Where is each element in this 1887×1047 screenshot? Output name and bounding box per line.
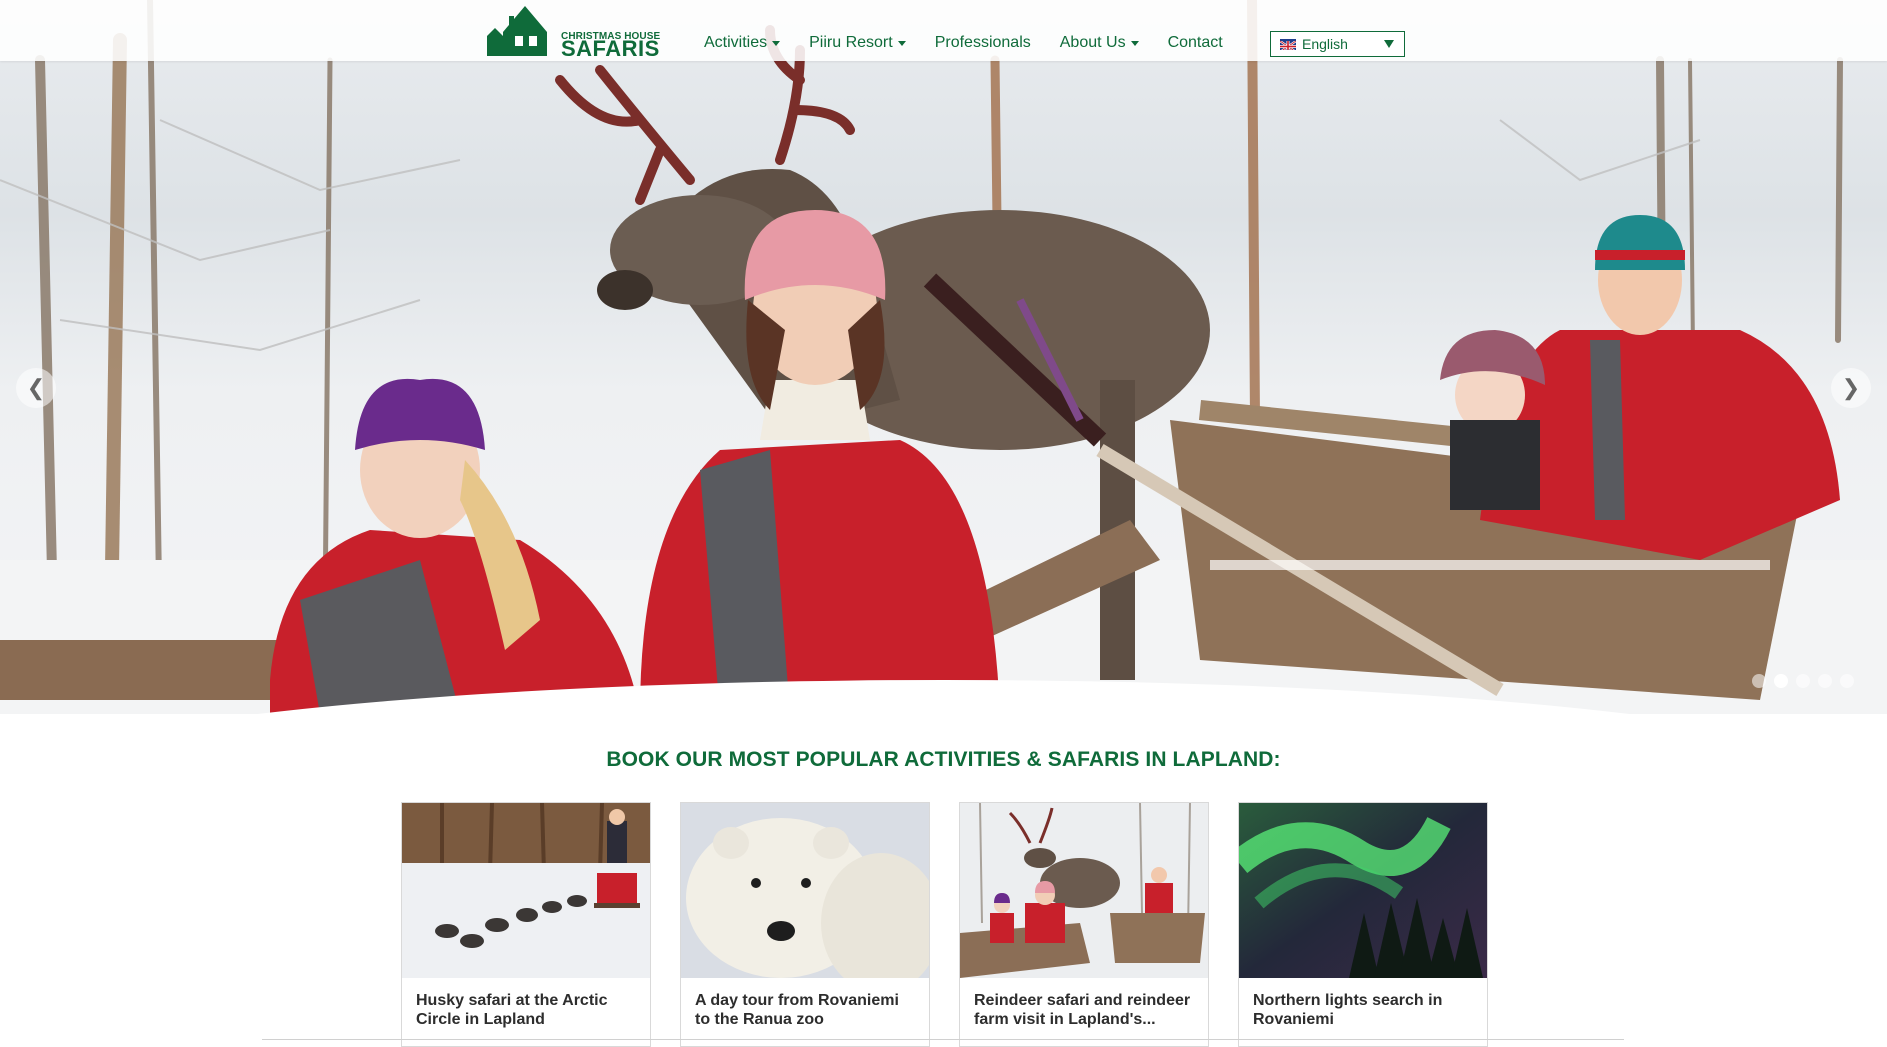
logo-main-text: SAFARIS xyxy=(561,36,660,61)
nav-item-activities[interactable]: Activities xyxy=(704,34,781,52)
carousel-dot[interactable] xyxy=(1796,674,1810,688)
nav-item-about-us[interactable]: About Us xyxy=(1060,34,1139,52)
nav-item-label: Piiru Resort xyxy=(809,34,893,51)
section-title: BOOK OUR MOST POPULAR ACTIVITIES & SAFAR… xyxy=(606,748,1281,771)
language-select-value: English xyxy=(1302,36,1348,52)
site-logo[interactable]: CHRISTMAS HOUSE SAFARIS xyxy=(485,2,665,61)
carousel-dot[interactable] xyxy=(1818,674,1832,688)
carousel-next-button[interactable]: ❯ xyxy=(1831,368,1871,408)
carousel-dot[interactable] xyxy=(1752,674,1766,688)
carousel-prev-button[interactable]: ❮ xyxy=(16,368,56,408)
house-logo-icon xyxy=(487,6,547,56)
card-title: A day tour from Rovaniemi to the Ranua z… xyxy=(695,992,899,1028)
section-divider xyxy=(262,1039,1624,1040)
caret-down-icon xyxy=(1130,40,1139,46)
card-image-husky xyxy=(402,803,650,978)
carousel-dot[interactable] xyxy=(1840,674,1854,688)
nav-item-label: Professionals xyxy=(934,34,1031,51)
nav-item-label: About Us xyxy=(1059,34,1126,51)
activity-card-ranua-zoo[interactable]: A day tour from Rovaniemi to the Ranua z… xyxy=(680,802,930,1047)
nav-item-label: Activities xyxy=(704,34,768,51)
card-title: Northern lights search in Rovaniemi xyxy=(1253,992,1443,1028)
language-select[interactable]: English xyxy=(1270,31,1405,57)
chevron-right-icon: ❯ xyxy=(1841,375,1861,400)
card-title: Husky safari at the Arctic Circle in Lap… xyxy=(416,992,608,1028)
activity-card-reindeer[interactable]: Reindeer safari and reindeer farm visit … xyxy=(959,802,1209,1047)
hero-image xyxy=(0,0,1887,714)
nav-item-label: Contact xyxy=(1167,34,1223,51)
uk-flag-icon xyxy=(1280,38,1296,50)
card-image-polar-bear xyxy=(681,803,929,978)
nav-item-piiru-resort[interactable]: Piiru Resort xyxy=(809,34,906,52)
site-header: CHRISTMAS HOUSE SAFARIS Activities Piiru… xyxy=(0,0,1887,61)
caret-down-icon xyxy=(772,40,781,46)
card-image-northern-lights xyxy=(1239,803,1487,978)
card-title: Reindeer safari and reindeer farm visit … xyxy=(974,992,1191,1028)
carousel-indicators xyxy=(1752,674,1854,688)
hero-carousel: ❮ ❯ xyxy=(0,0,1887,714)
carousel-dot-active[interactable] xyxy=(1774,674,1788,688)
nav-item-professionals[interactable]: Professionals xyxy=(935,34,1031,52)
card-image-reindeer xyxy=(960,803,1208,978)
dropdown-arrow-icon xyxy=(1384,40,1394,48)
activity-card-northern-lights[interactable]: Northern lights search in Rovaniemi xyxy=(1238,802,1488,1047)
activity-card-husky[interactable]: Husky safari at the Arctic Circle in Lap… xyxy=(401,802,651,1047)
nav-item-contact[interactable]: Contact xyxy=(1168,34,1223,52)
caret-down-icon xyxy=(897,40,906,46)
main-nav: Activities Piiru Resort Professionals Ab… xyxy=(704,34,1252,52)
activity-cards: Husky safari at the Arctic Circle in Lap… xyxy=(401,802,1488,1047)
chevron-left-icon: ❮ xyxy=(26,375,46,400)
